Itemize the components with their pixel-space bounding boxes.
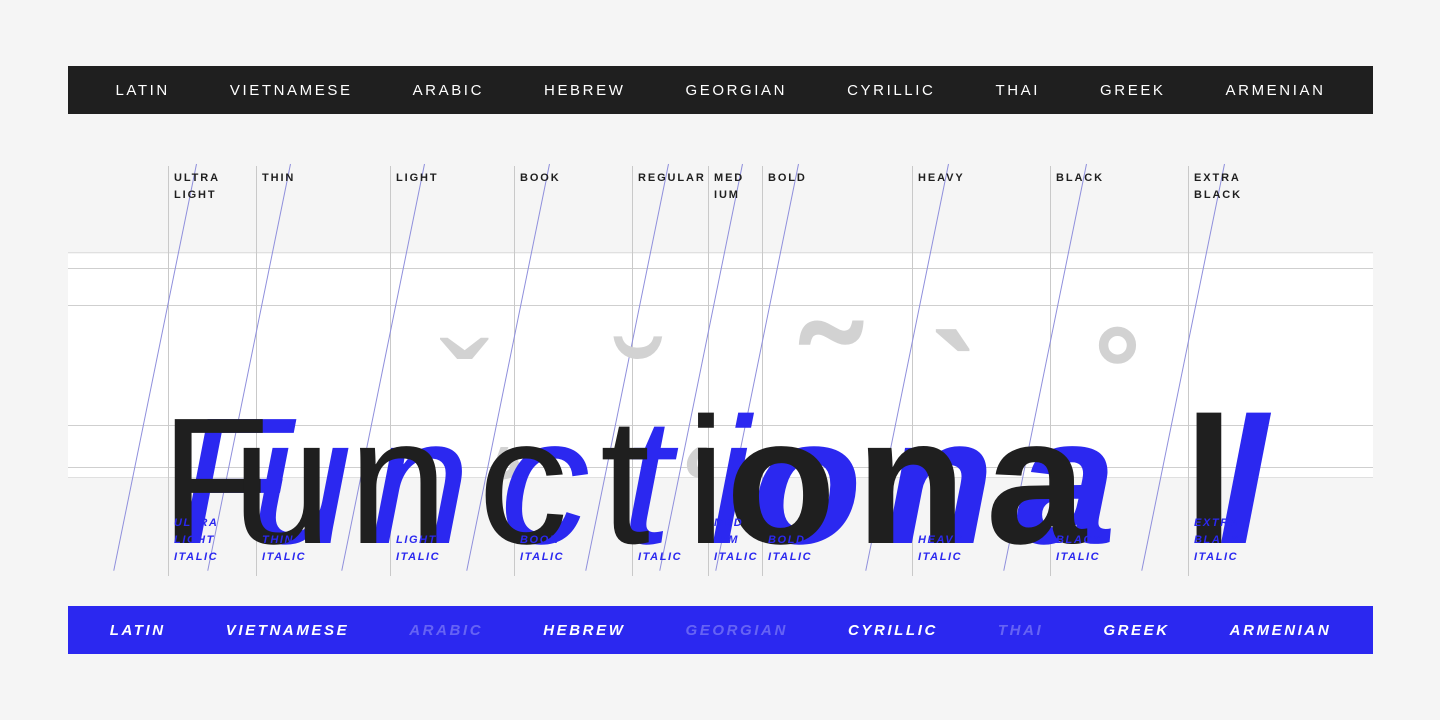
- metric-line-cap-overshoot: [68, 252, 1373, 253]
- italic-label-italic[interactable]: ITALIC: [638, 549, 708, 566]
- weight-guide-black: [1050, 166, 1051, 576]
- weight-label-bold[interactable]: BOLD: [768, 170, 832, 187]
- metric-line-baseline: [68, 425, 1373, 426]
- weight-label-extra-black[interactable]: EXTRA BLACK: [1194, 170, 1258, 204]
- script-item-vietnamese[interactable]: VIETNAMESE: [200, 82, 383, 99]
- italic-label-bold-italic[interactable]: BOLD ITALIC: [768, 532, 838, 566]
- script-item-hebrew[interactable]: HEBREW: [513, 622, 655, 639]
- weight-label-heavy[interactable]: HEAVY: [918, 170, 982, 187]
- metric-line-descender: [68, 467, 1373, 468]
- italic-label-thin-italic[interactable]: THIN ITALIC: [262, 532, 332, 566]
- script-item-cyrillic[interactable]: CYRILLIC: [817, 82, 965, 99]
- script-item-thai[interactable]: THAI: [968, 622, 1073, 639]
- script-item-georgian[interactable]: GEORGIAN: [655, 622, 817, 639]
- script-selector-bottom[interactable]: LATIN VIETNAMESE ARABIC HEBREW GEORGIAN CYRIL…: [68, 606, 1373, 654]
- weight-label-book[interactable]: BOOK: [520, 170, 584, 187]
- italic-label-extra-black-italic[interactable]: EXTRA BLACK ITALIC: [1194, 515, 1264, 566]
- weight-guide-heavy: [912, 166, 913, 576]
- script-item-greek[interactable]: GREEK: [1073, 622, 1199, 639]
- italic-label-book-italic[interactable]: BOOK ITALIC: [520, 532, 590, 566]
- script-item-latin[interactable]: LATIN: [80, 622, 196, 639]
- script-item-arabic[interactable]: ARABIC: [379, 622, 513, 639]
- weight-guide-extra-black: [1188, 166, 1189, 576]
- metric-line-x-height: [68, 305, 1373, 306]
- script-selector-top[interactable]: LATIN VIETNAMESE ARABIC HEBREW GEORGIAN CYRIL…: [68, 66, 1373, 114]
- weight-label-ultra-light[interactable]: ULTRA LIGHT: [174, 170, 238, 204]
- italic-label-light-italic[interactable]: LIGHT ITALIC: [396, 532, 466, 566]
- script-item-thai[interactable]: THAI: [965, 82, 1070, 99]
- script-item-georgian[interactable]: GEORGIAN: [655, 82, 817, 99]
- weight-label-thin[interactable]: THIN: [262, 170, 326, 187]
- weight-label-regular[interactable]: REGULAR: [638, 170, 704, 187]
- weight-guide-thin: [256, 166, 257, 576]
- italic-label-ultra-light-italic[interactable]: ULTRA LIGHT ITALIC: [174, 515, 244, 566]
- script-item-armenian[interactable]: ARMENIAN: [1196, 82, 1356, 99]
- italic-label-heavy-italic[interactable]: HEAVY ITALIC: [918, 532, 988, 566]
- weight-guide-ultra-light: [168, 166, 169, 576]
- weight-label-black[interactable]: BLACK: [1056, 170, 1120, 187]
- type-specimen-stage: FFuuˇnņcc˘tt̨ii˜ooˋnn˚aall ULTRA LIGHTU…: [0, 150, 1440, 590]
- script-item-hebrew[interactable]: HEBREW: [514, 82, 655, 99]
- weight-label-light[interactable]: LIGHT: [396, 170, 460, 187]
- script-item-greek[interactable]: GREEK: [1070, 82, 1196, 99]
- script-item-vietnamese[interactable]: VIETNAMESE: [196, 622, 380, 639]
- script-item-cyrillic[interactable]: CYRILLIC: [818, 622, 968, 639]
- weight-guide-regular: [632, 166, 633, 576]
- weight-guide-light: [390, 166, 391, 576]
- script-item-arabic[interactable]: ARABIC: [383, 82, 514, 99]
- weight-guide-med-ium: [708, 166, 709, 576]
- metric-line-descender-2: [68, 477, 1373, 478]
- script-item-armenian[interactable]: ARMENIAN: [1200, 622, 1362, 639]
- italic-label-black-italic[interactable]: BLACK ITALIC: [1056, 532, 1126, 566]
- script-item-latin[interactable]: LATIN: [85, 82, 199, 99]
- weight-guide-book: [514, 166, 515, 576]
